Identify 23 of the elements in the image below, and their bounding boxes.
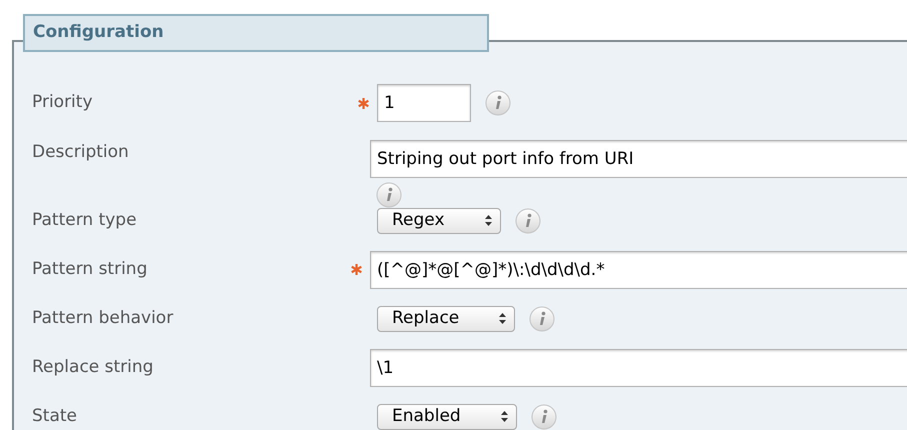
text-field[interactable]: ([^@]*@[^@]*)\:\d\d\d\d.* (370, 250, 907, 288)
panel-title: Configuration (23, 14, 489, 52)
info-icon[interactable] (376, 182, 402, 208)
info-icon[interactable] (514, 208, 541, 234)
text-field[interactable]: Striping out port info from URI (370, 140, 907, 178)
text-field[interactable]: 1 (377, 84, 471, 122)
field-label: Pattern behavior (32, 306, 174, 330)
field-label: Pattern string (32, 258, 148, 281)
updown-arrows-icon (499, 313, 506, 324)
info-icon[interactable] (485, 90, 511, 116)
field-label: Priority (32, 91, 94, 114)
info-icon[interactable] (529, 306, 556, 332)
field-label: State (32, 404, 78, 428)
select-dropdown[interactable]: Regex (377, 208, 501, 234)
field-label: Replace string (32, 356, 154, 379)
updown-arrows-icon (500, 411, 508, 422)
updown-arrows-icon (484, 215, 492, 226)
select-dropdown[interactable]: Enabled (377, 404, 517, 430)
field-label: Description (32, 141, 130, 164)
field-label: Pattern type (32, 208, 138, 232)
info-icon[interactable] (530, 404, 557, 430)
select-dropdown[interactable]: Replace (377, 306, 516, 332)
text-field[interactable]: \1 (370, 348, 907, 386)
